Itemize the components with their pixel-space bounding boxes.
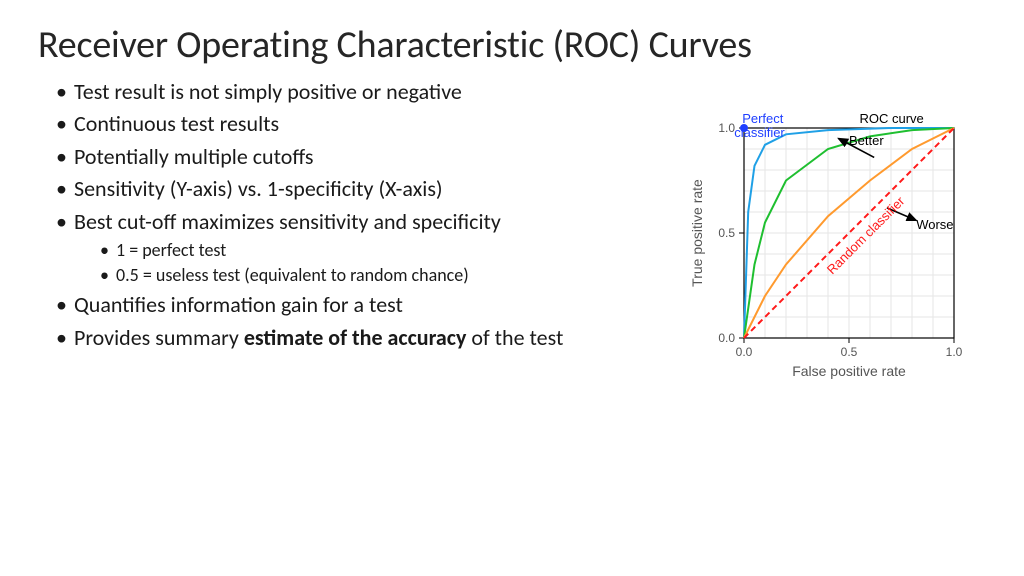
svg-text:False positive rate: False positive rate: [792, 363, 906, 379]
bullet-list: Test result is not simply positive or ne…: [38, 78, 676, 408]
bullet-item: Test result is not simply positive or ne…: [56, 78, 676, 107]
sub-bullet-item: 1 = perfect test: [100, 239, 676, 262]
svg-text:Random classifier: Random classifier: [824, 193, 908, 277]
roc-chart: 0.0 0.5 1.0 0.0 0.5 1.0 False positive rate Tru…: [686, 78, 986, 408]
slide-title: Receiver Operating Characteristic (ROC) …: [38, 24, 986, 68]
bullet-item: Sensitivity (Y-axis) vs. 1-specificity (…: [56, 175, 676, 204]
bullet-item: Best cut-off maximizes sensitivity and s…: [56, 208, 676, 287]
svg-text:Better: Better: [849, 132, 884, 147]
slide-body: Test result is not simply positive or ne…: [38, 78, 986, 408]
svg-text:1.0: 1.0: [718, 121, 735, 135]
bullet-item: Continuous test results: [56, 110, 676, 139]
svg-text:0.5: 0.5: [841, 345, 858, 359]
svg-text:Worse: Worse: [916, 216, 953, 231]
bullet-item: Quantifies information gain for a test: [56, 291, 676, 320]
bullet-item: Potentially multiple cutoffs: [56, 143, 676, 172]
sub-bullet-item: 0.5 = useless test (equivalent to random…: [100, 264, 676, 287]
svg-text:0.0: 0.0: [718, 331, 735, 345]
bullet-item: Provides summary estimate of the accurac…: [56, 324, 676, 353]
svg-text:Perfectclassifier: Perfectclassifier: [734, 111, 785, 140]
svg-text:True positive rate: True positive rate: [689, 179, 705, 287]
svg-text:1.0: 1.0: [946, 345, 963, 359]
svg-text:0.0: 0.0: [736, 345, 753, 359]
svg-text:ROC curve: ROC curve: [860, 111, 924, 126]
svg-text:0.5: 0.5: [718, 226, 735, 240]
